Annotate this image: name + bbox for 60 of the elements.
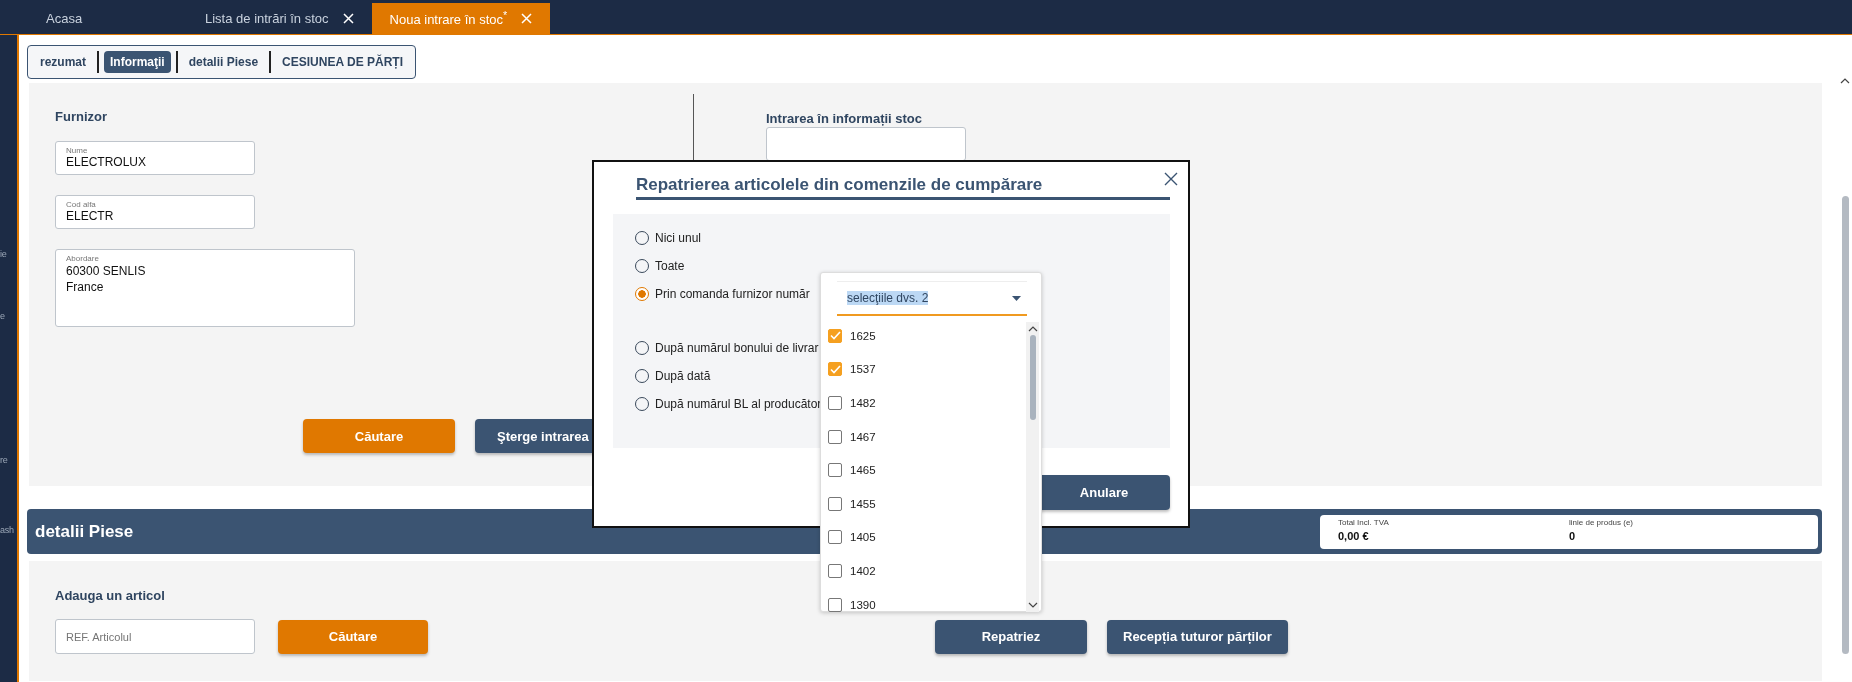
option-label[interactable]: 1402	[850, 564, 876, 577]
chevron-down-icon[interactable]	[1027, 602, 1038, 609]
section-title: Adauga un articol	[55, 588, 166, 603]
option-label[interactable]: 1537	[850, 363, 876, 376]
section-tab[interactable]: CESIUNEA DE PĂRȚI	[276, 51, 409, 73]
section-tab[interactable]: detalii Piese	[182, 51, 265, 73]
dialog-title: Repatrierea articolele din comenzile de cumpărare	[636, 175, 1170, 200]
chevron-up-icon[interactable]	[1840, 77, 1850, 84]
summary-value: 0	[1569, 529, 1577, 542]
close-icon[interactable]	[1164, 172, 1178, 186]
receive-all-button[interactable]: Recepția tuturor părților	[1107, 619, 1288, 654]
checkbox[interactable]	[828, 530, 842, 545]
sidebar-item[interactable]: e	[0, 311, 17, 321]
checkbox[interactable]	[828, 597, 842, 612]
input-field[interactable]	[766, 127, 966, 161]
option-label: După numărul bonului de livrar	[655, 341, 819, 355]
repatriate-button[interactable]: Repatriez	[935, 619, 1087, 654]
caret-icon	[1012, 295, 1021, 301]
checkbox[interactable]	[828, 328, 842, 343]
scrollbar[interactable]	[1026, 322, 1039, 612]
option-label[interactable]: 1482	[850, 397, 876, 409]
section-title: Furnizor	[55, 109, 107, 124]
option-label[interactable]: 1390	[850, 598, 876, 611]
section-title: Intrarea în informații stoc	[766, 111, 923, 126]
option-label[interactable]: 1405	[850, 531, 876, 544]
summary-label: Total Incl. TVA	[1338, 517, 1390, 527]
option-label: Toate	[655, 259, 685, 273]
option-label: Nici unul	[655, 231, 702, 245]
input-field[interactable]: REF. Articolul	[55, 619, 255, 654]
scrollbar-thumb[interactable]	[1841, 196, 1849, 654]
summary-label: linie de produs (e)	[1569, 517, 1635, 527]
checkbox[interactable]	[828, 463, 842, 478]
sidebar-item[interactable]: re	[0, 455, 17, 465]
section-tab[interactable]: rezumat	[34, 51, 92, 73]
option-label: După dată	[655, 369, 711, 383]
tab[interactable]: Lista de intrări în stoc	[205, 3, 372, 34]
sidebar-item[interactable]: ie	[0, 249, 17, 259]
checkbox[interactable]	[828, 396, 842, 410]
select-field[interactable]: selecţiile dvs. 2	[837, 281, 1027, 316]
summary-value: 0,00 €	[1338, 529, 1370, 542]
chevron-up-icon[interactable]	[1027, 325, 1038, 332]
checkbox[interactable]	[828, 429, 842, 444]
section-title: detalii Piese	[35, 521, 134, 542]
scrollbar-thumb[interactable]	[1029, 335, 1036, 420]
sidebar-item[interactable]: ash	[0, 525, 17, 535]
option-label: Prin comanda furnizor număr	[655, 287, 810, 301]
option-label: După numărul BL al producător	[655, 397, 822, 411]
option-label[interactable]: 1455	[850, 497, 876, 510]
tab[interactable]: Acasa	[28, 3, 205, 34]
option-label[interactable]: 1467	[850, 430, 876, 443]
checkbox[interactable]	[828, 563, 842, 578]
option-label[interactable]: 1465	[850, 464, 876, 477]
input-field[interactable]: Cod alfa ELECTR	[55, 195, 255, 229]
section-tab[interactable]: Informaţii	[104, 51, 171, 73]
option-label[interactable]: 1625	[850, 329, 876, 342]
radio-button[interactable]	[635, 287, 649, 301]
checkbox[interactable]	[828, 496, 842, 511]
input-field[interactable]: Nume ELECTROLUX	[55, 141, 255, 175]
address-field[interactable]: Abordare 60300 SENLIS France	[55, 249, 355, 327]
checkbox[interactable]	[828, 362, 842, 377]
